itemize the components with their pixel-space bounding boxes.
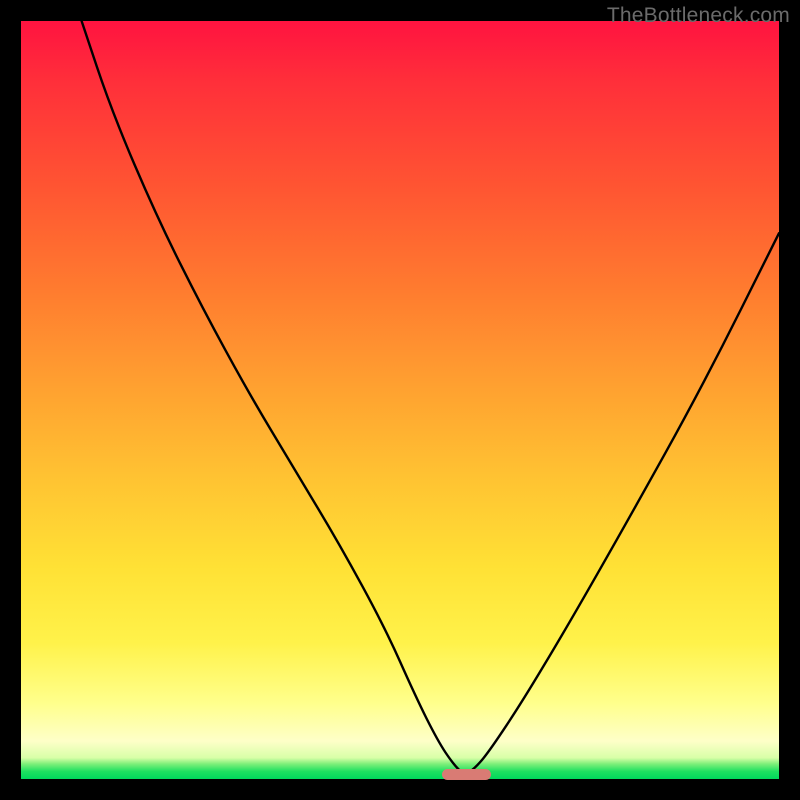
watermark-text: TheBottleneck.com — [607, 4, 790, 28]
curve-svg — [21, 21, 779, 779]
chart-frame: TheBottleneck.com — [0, 0, 800, 800]
minimum-marker — [442, 769, 491, 780]
plot-area — [21, 21, 779, 779]
bottleneck-curve — [82, 21, 779, 773]
